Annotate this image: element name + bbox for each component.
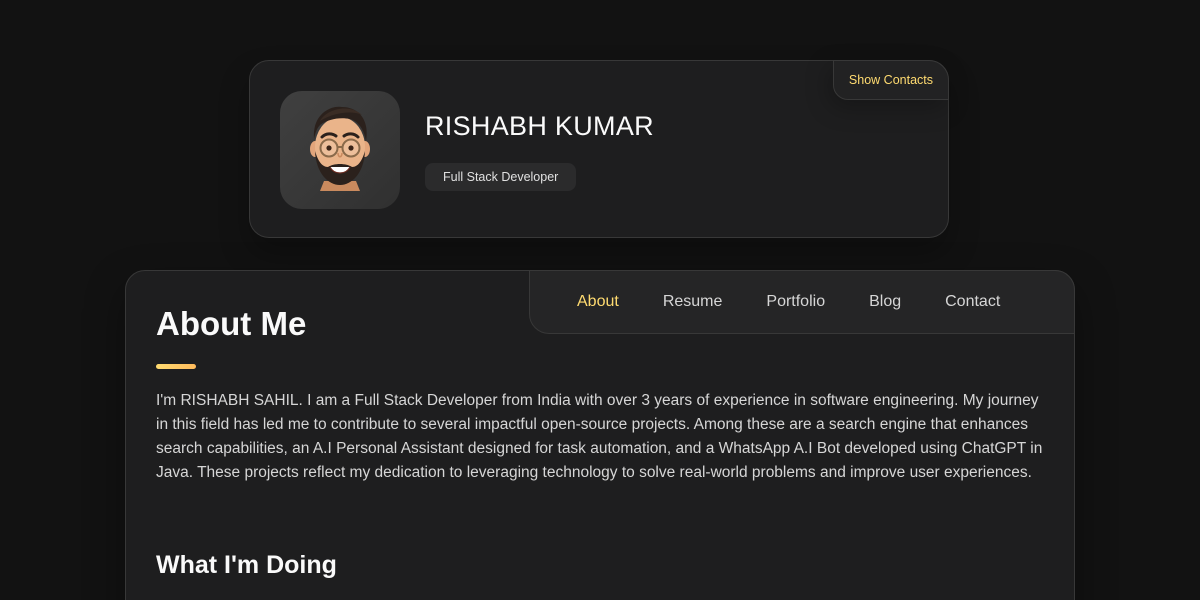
profile-name: RISHABH KUMAR xyxy=(425,111,654,141)
avatar xyxy=(280,91,400,209)
show-contacts-button[interactable]: Show Contacts xyxy=(832,60,949,100)
nav-link-portfolio[interactable]: Portfolio xyxy=(766,293,825,311)
about-article: About Resume Portfolio Blog Contact Abou… xyxy=(125,270,1075,600)
page: RISHABH KUMAR Full Stack Developer Show … xyxy=(0,0,1200,600)
page-title: About Me xyxy=(156,305,307,342)
memoji-avatar-icon xyxy=(310,106,370,191)
service-title: What I'm Doing xyxy=(156,551,337,579)
about-text: I'm RISHABH SAHIL. I am a Full Stack Dev… xyxy=(156,392,1043,481)
nav-link-blog[interactable]: Blog xyxy=(869,293,901,311)
nav-link-about[interactable]: About xyxy=(577,293,619,311)
profile-card: RISHABH KUMAR Full Stack Developer Show … xyxy=(249,60,949,238)
navbar: About Resume Portfolio Blog Contact xyxy=(529,270,1075,334)
profile-title-badge: Full Stack Developer xyxy=(425,163,577,191)
nav-link-contact[interactable]: Contact xyxy=(945,293,1000,311)
nav-link-resume[interactable]: Resume xyxy=(663,293,723,311)
title-underline xyxy=(156,364,196,369)
